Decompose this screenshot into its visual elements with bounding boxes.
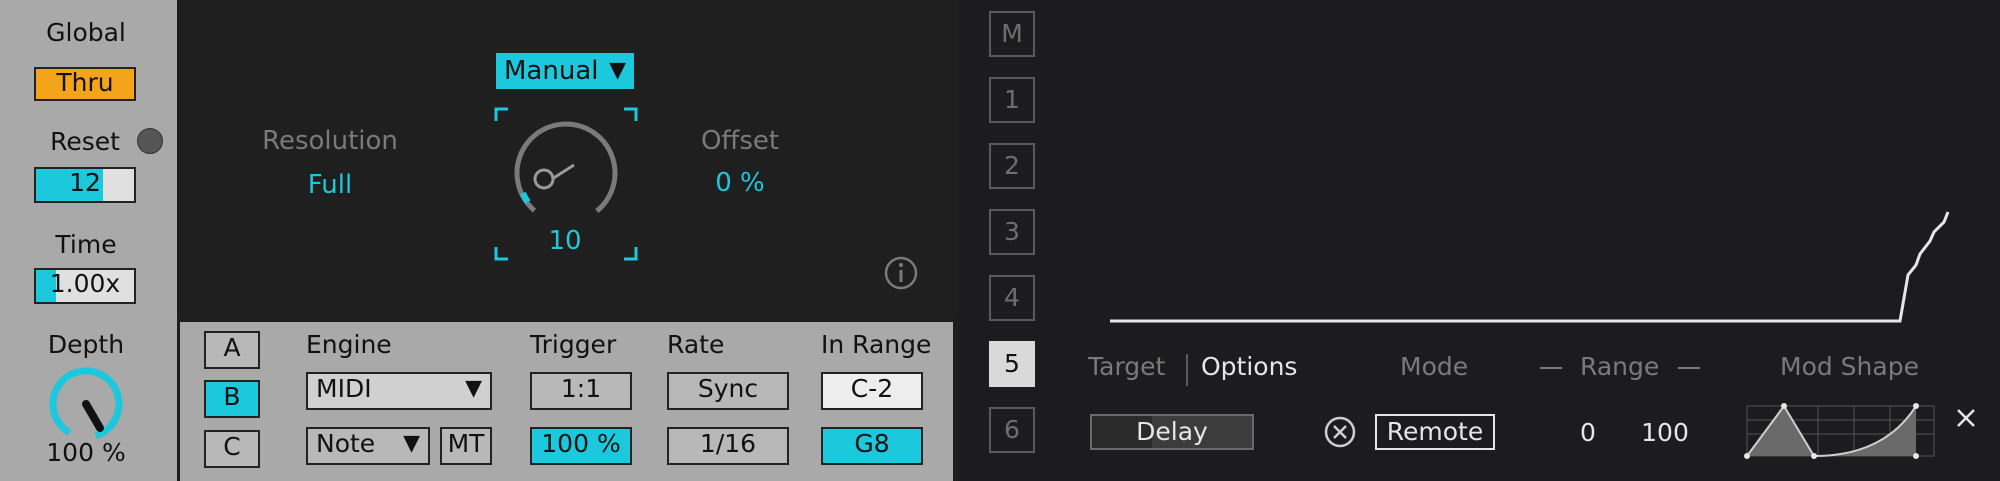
range-label: Range bbox=[1580, 352, 1660, 381]
mt-button[interactable]: MT bbox=[440, 427, 492, 465]
reset-value: 12 bbox=[69, 168, 101, 197]
range-min-value[interactable]: 0 bbox=[1558, 418, 1618, 447]
slot-c-button[interactable]: C bbox=[204, 430, 260, 468]
chevron-down-icon: ▼ bbox=[403, 431, 420, 456]
global-label: Global bbox=[46, 18, 126, 47]
rate-label: Rate bbox=[667, 330, 725, 359]
offset-value[interactable]: 0 % bbox=[670, 168, 810, 198]
trigger-probability-box[interactable]: 100 % bbox=[530, 427, 632, 465]
reset-label: Reset bbox=[50, 127, 120, 156]
mod-slot-6[interactable]: 6 bbox=[989, 407, 1035, 453]
range-dash-left bbox=[1540, 367, 1562, 369]
inrange-low-box[interactable]: C-2 bbox=[821, 372, 923, 410]
depth-knob-pointer bbox=[82, 400, 104, 432]
resolution-value[interactable]: Full bbox=[250, 170, 410, 200]
info-icon[interactable] bbox=[883, 255, 919, 291]
tab-divider bbox=[1186, 354, 1188, 386]
range-max-value[interactable]: 100 bbox=[1630, 418, 1700, 447]
resolution-label: Resolution bbox=[262, 126, 398, 156]
rate-sync-button[interactable]: Sync bbox=[667, 372, 789, 410]
tab-target[interactable]: Target bbox=[1088, 352, 1165, 381]
slot-b-button[interactable]: B bbox=[204, 380, 260, 418]
modulation-panel: M 1 2 3 4 5 6 Target Options Mode Range … bbox=[958, 0, 2000, 481]
clear-circle-icon[interactable] bbox=[1324, 416, 1356, 448]
mode-label: Mode bbox=[1400, 352, 1469, 381]
slot-a-button[interactable]: A bbox=[204, 331, 260, 369]
mod-slot-m[interactable]: M bbox=[989, 11, 1035, 57]
time-label: Time bbox=[55, 230, 117, 259]
modulation-curve bbox=[1110, 211, 1950, 323]
target-parameter-slider[interactable]: Delay bbox=[1090, 414, 1254, 450]
mod-shape-graph[interactable] bbox=[1744, 400, 1944, 462]
mod-slot-3[interactable]: 3 bbox=[989, 209, 1035, 255]
chevron-down-icon: ▼ bbox=[609, 58, 626, 83]
depth-label: Depth bbox=[47, 330, 125, 359]
depth-value: 100 % bbox=[46, 438, 126, 467]
knob-value: 10 bbox=[548, 226, 582, 256]
target-parameter-value: Delay bbox=[1136, 417, 1208, 446]
inrange-label: In Range bbox=[821, 330, 932, 359]
reset-number-box[interactable]: 12 bbox=[34, 167, 136, 203]
engine-value: MIDI bbox=[316, 374, 372, 403]
engine-mode-value: Note bbox=[316, 429, 376, 458]
tab-options[interactable]: Options bbox=[1201, 352, 1297, 381]
cursor-icon bbox=[533, 168, 555, 190]
mode-dropdown-value: Manual bbox=[504, 56, 599, 86]
depth-knob[interactable] bbox=[44, 362, 128, 446]
mod-shape-label: Mod Shape bbox=[1780, 352, 1919, 381]
mode-remote-button[interactable]: Remote bbox=[1375, 414, 1495, 450]
inrange-high-box[interactable]: G8 bbox=[821, 427, 923, 465]
reset-button[interactable] bbox=[137, 128, 163, 154]
trigger-label: Trigger bbox=[530, 330, 617, 359]
mod-slot-4[interactable]: 4 bbox=[989, 275, 1035, 321]
time-number-box[interactable]: 1.00x bbox=[34, 268, 136, 304]
trigger-ratio-box[interactable]: 1:1 bbox=[530, 372, 632, 410]
chevron-down-icon: ▼ bbox=[465, 376, 482, 401]
global-thru-button[interactable]: Thru bbox=[34, 67, 136, 101]
engine-panel: A B C Engine MIDI ▼ Note ▼ MT Trigger 1:… bbox=[180, 322, 953, 481]
rate-value-box[interactable]: 1/16 bbox=[667, 427, 789, 465]
global-column: Global Thru Reset 12 Time 1.00x Depth 10… bbox=[0, 0, 177, 481]
offset-label: Offset bbox=[700, 126, 780, 156]
mod-slot-1[interactable]: 1 bbox=[989, 77, 1035, 123]
engine-label: Engine bbox=[306, 330, 392, 359]
time-value: 1.00x bbox=[49, 269, 121, 298]
range-dash-right bbox=[1678, 367, 1700, 369]
close-icon[interactable] bbox=[1954, 406, 1978, 430]
engine-dropdown[interactable]: MIDI ▼ bbox=[306, 372, 492, 410]
engine-mode-dropdown[interactable]: Note ▼ bbox=[306, 427, 430, 465]
mod-slot-5[interactable]: 5 bbox=[989, 341, 1035, 387]
mod-slot-2[interactable]: 2 bbox=[989, 143, 1035, 189]
mode-dropdown[interactable]: Manual ▼ bbox=[496, 53, 634, 89]
main-display-panel: Manual ▼ Resolution Full Offset 0 % 10 bbox=[180, 0, 953, 312]
